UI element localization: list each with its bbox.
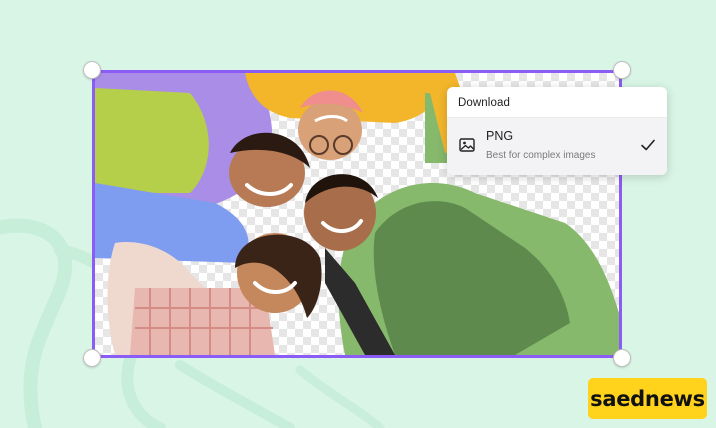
file-type-option-png[interactable]: PNG Best for complex images [447, 117, 667, 175]
download-dropdown: Download PNG Best for complex images [447, 87, 667, 175]
watermark-text: saednews [590, 386, 705, 411]
resize-handle-top-right[interactable] [613, 61, 631, 79]
watermark-badge: saednews [588, 378, 707, 419]
option-description: Best for complex images [486, 150, 596, 161]
image-icon [459, 138, 475, 152]
resize-handle-bottom-left[interactable] [83, 349, 101, 367]
dropdown-title: Download [458, 97, 510, 109]
resize-handle-top-left[interactable] [83, 61, 101, 79]
checkmark-icon [641, 139, 655, 151]
option-label: PNG [486, 129, 514, 143]
resize-handle-bottom-right[interactable] [613, 349, 631, 367]
